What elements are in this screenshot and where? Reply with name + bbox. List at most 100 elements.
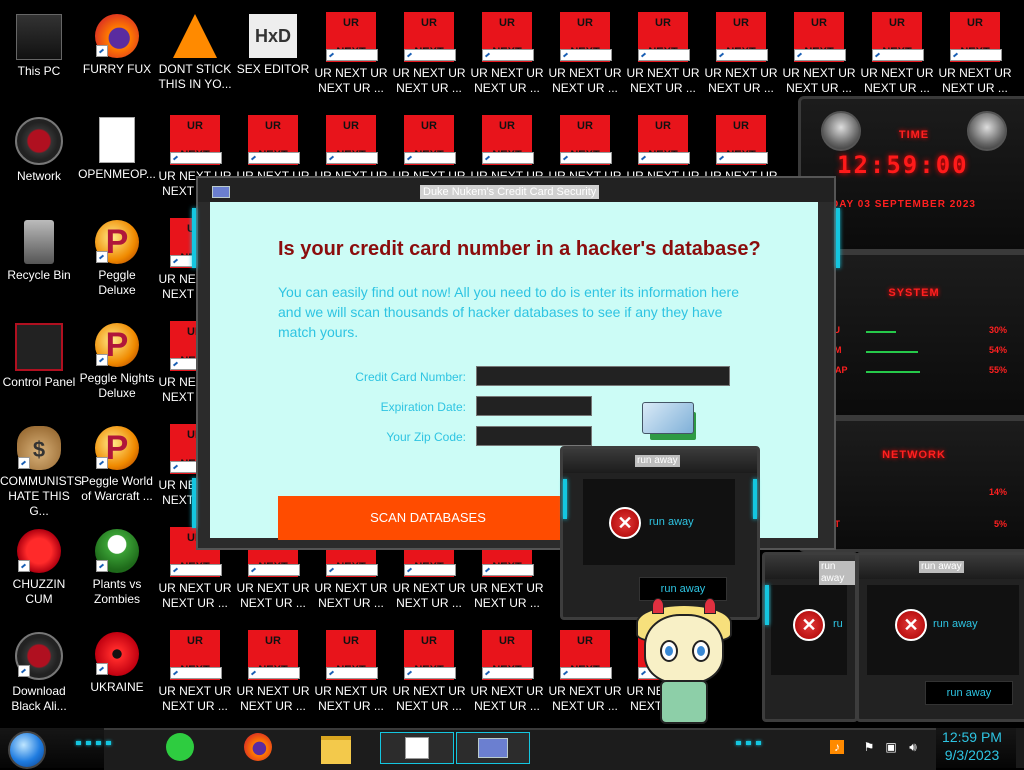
firefox-icon	[95, 14, 139, 58]
icon-label: Network	[16, 169, 61, 183]
desktop-icon-ukraine[interactable]: UKRAINE	[78, 624, 156, 695]
icon-label: UR NEXT UR NEXT UR ...	[470, 581, 544, 610]
desktop-icon-ur-next[interactable]: URNEXT UR NEXT UR NEXT UR ...	[936, 6, 1014, 96]
ur-next-icon: URNEXT	[482, 12, 534, 62]
network-tray-icon[interactable]: ▣	[884, 740, 898, 754]
desktop-icon-chuzzin[interactable]: CHUZZIN CUM	[0, 521, 78, 607]
ur-text: UR	[265, 635, 281, 647]
peggle-icon: P	[95, 220, 139, 264]
icon-label: Control Panel	[2, 375, 76, 389]
show-desktop-button[interactable]	[1016, 728, 1024, 768]
desktop-icon-ur-next[interactable]: URNEXT UR NEXT UR NEXT UR ...	[390, 624, 468, 714]
desktop-icon-ur-next[interactable]: URNEXT UR NEXT UR NEXT UR ...	[546, 624, 624, 714]
ur-text: UR	[733, 17, 749, 29]
icon-label: UR NEXT UR NEXT UR ...	[704, 66, 778, 95]
runaway-dialog: run away ✕ run away run away	[856, 552, 1024, 722]
ur-text: UR	[343, 635, 359, 647]
window-titlebar[interactable]: Duke Nukem's Credit Card Security	[198, 178, 834, 202]
shortcut-arrow-icon	[404, 49, 456, 61]
card-number-input[interactable]	[476, 366, 730, 386]
icon-label: CHUZZIN CUM	[12, 577, 66, 606]
shortcut-arrow-icon	[950, 49, 1002, 61]
taskbar-window-app[interactable]	[380, 732, 454, 764]
shortcut-arrow-icon	[482, 564, 534, 576]
desktop-icon-pvz[interactable]: Plants vs Zombies	[78, 521, 156, 607]
shortcut-arrow-icon	[248, 564, 300, 576]
runaway-button[interactable]: run away	[925, 681, 1013, 705]
ur-next-icon: URNEXT	[326, 115, 378, 165]
desktop-icon-peggle-wow[interactable]: P Peggle World of Warcraft ...	[78, 418, 156, 504]
desktop-icon-ur-next[interactable]: URNEXT UR NEXT UR NEXT UR ...	[858, 6, 936, 96]
taskbar-file-explorer-icon[interactable]	[320, 732, 352, 764]
ur-next-icon: URNEXT	[638, 115, 690, 165]
hex-editor-icon: HxD	[249, 14, 297, 58]
desktop-icon-this-pc[interactable]: This PC	[0, 6, 78, 79]
shortcut-arrow-icon	[326, 667, 378, 679]
icon-label: UR NEXT UR NEXT UR ...	[314, 684, 388, 713]
cpu-bar	[866, 331, 896, 333]
runaway-button[interactable]: run away	[639, 577, 727, 601]
security-flag-icon[interactable]: ⚑	[862, 740, 876, 754]
scan-databases-button[interactable]: SCAN DATABASES	[278, 496, 578, 540]
runaway-title: run away	[635, 455, 680, 467]
desktop-icon-ur-next[interactable]: URNEXT UR NEXT UR NEXT UR ...	[468, 6, 546, 96]
desktop-icon-furry-fux[interactable]: FURRY FUX	[78, 6, 156, 77]
desktop-icon-ur-next[interactable]: URNEXT UR NEXT UR NEXT UR ...	[624, 6, 702, 96]
desktop-icon-download-black-alien[interactable]: Download Black Ali...	[0, 624, 78, 714]
ram-value: 54%	[988, 345, 1007, 355]
ur-next-icon: URNEXT	[326, 630, 378, 680]
taskbar-firefox-icon[interactable]	[242, 732, 274, 762]
vlc-icon	[173, 14, 217, 58]
chuzzle-icon	[17, 529, 61, 573]
ur-next-icon: URNEXT	[404, 12, 456, 62]
zip-input[interactable]	[476, 426, 592, 446]
shortcut-arrow-icon	[716, 49, 768, 61]
desktop-icon-communists[interactable]: $ COMMUNISTS HATE THIS G...	[0, 418, 82, 519]
star-eye-left	[660, 640, 678, 662]
error-icon: ✕	[609, 507, 641, 539]
ur-text: UR	[421, 120, 437, 132]
notification-app-icon[interactable]: ♪	[830, 740, 844, 754]
start-button[interactable]	[8, 731, 46, 769]
card-number-label: Credit Card Number:	[355, 370, 466, 384]
volume-icon[interactable]: 🔊︎	[906, 740, 920, 754]
icon-label: Peggle World of Warcraft ...	[81, 474, 153, 503]
desktop-icon-ur-next[interactable]: URNEXT UR NEXT UR NEXT UR ...	[702, 6, 780, 96]
desktop-icon-openmeop[interactable]: OPENMEOP...	[78, 109, 156, 182]
ur-next-icon: URNEXT	[248, 630, 300, 680]
expiration-label: Expiration Date:	[380, 400, 466, 414]
taskbar-led	[746, 741, 751, 745]
window-app-icon	[405, 737, 429, 759]
taskbar-clock[interactable]: 12:59 PM 9/3/2023	[936, 728, 1008, 764]
desktop-icon-sex-editor[interactable]: HxD SEX EDITOR	[234, 6, 312, 77]
desktop-icon-control-panel[interactable]: Control Panel	[0, 315, 78, 390]
icon-label: UR NEXT UR NEXT UR ...	[392, 66, 466, 95]
ur-next-icon: URNEXT	[404, 115, 456, 165]
icon-label: UKRAINE	[90, 680, 144, 694]
desktop-icon-ur-next[interactable]: URNEXT UR NEXT UR NEXT UR ...	[390, 6, 468, 96]
desktop-icon-ur-next[interactable]: URNEXT UR NEXT UR NEXT UR ...	[546, 6, 624, 96]
desktop-icon-peggle-nights[interactable]: P Peggle Nights Deluxe	[78, 315, 156, 401]
shortcut-arrow-icon	[560, 667, 612, 679]
expiration-input[interactable]	[476, 396, 592, 416]
desktop-icon-dont-stick[interactable]: DONT STICK THIS IN YO...	[156, 6, 234, 92]
taskbar-notes-icon[interactable]	[164, 732, 196, 762]
desktop-icon-recycle-bin[interactable]: Recycle Bin	[0, 212, 78, 283]
desktop-icon-ur-next[interactable]: URNEXT UR NEXT UR NEXT UR ...	[312, 624, 390, 714]
ur-text: UR	[577, 120, 593, 132]
desktop-icon-ur-next[interactable]: URNEXT UR NEXT UR NEXT UR ...	[156, 624, 234, 714]
desktop-icon-ur-next[interactable]: URNEXT UR NEXT UR NEXT UR ...	[780, 6, 858, 96]
shortcut-arrow-icon	[96, 663, 108, 675]
desktop-icon-ur-next[interactable]: URNEXT UR NEXT UR NEXT UR ...	[234, 624, 312, 714]
desktop-icon-peggle-deluxe[interactable]: P Peggle Deluxe	[78, 212, 156, 298]
desktop-icon-ur-next[interactable]: URNEXT UR NEXT UR NEXT UR ...	[468, 624, 546, 714]
ram-bar	[866, 351, 918, 353]
desktop-icon-ur-next[interactable]: URNEXT UR NEXT UR NEXT UR ...	[312, 6, 390, 96]
shortcut-arrow-icon	[794, 49, 846, 61]
icon-label: Download Black Ali...	[11, 684, 67, 713]
desktop-icon-network[interactable]: Network	[0, 109, 78, 184]
shortcut-arrow-icon	[716, 152, 768, 164]
ur-text: UR	[499, 120, 515, 132]
document-icon	[99, 117, 135, 163]
taskbar-window-app[interactable]	[456, 732, 530, 764]
